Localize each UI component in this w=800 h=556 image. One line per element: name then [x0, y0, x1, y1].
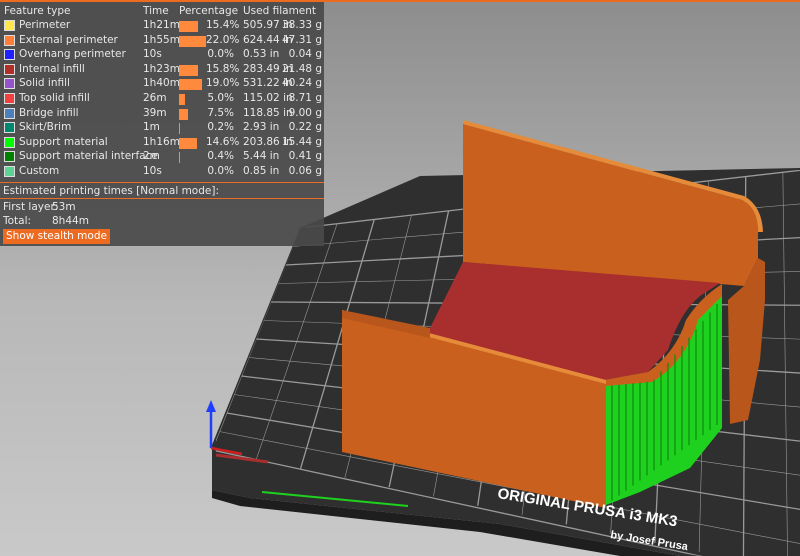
feature-percentage: 0.0% [207, 165, 234, 177]
legend-color-swatch [4, 49, 15, 61]
header-feature-type: Feature type [4, 5, 71, 17]
legend-row: Top solid infill 26m 5.0% 115.02 in 8.71 g [0, 91, 324, 105]
feature-weight: 38.33 g [282, 19, 323, 31]
legend-color-swatch [4, 166, 15, 177]
legend-separator [0, 182, 324, 183]
total-value: 8h44m [52, 215, 89, 227]
feature-weight: 0.04 g [288, 48, 322, 61]
feature-time: 26m [143, 92, 167, 104]
legend-row: Skirt/Brim 1m 0.2% 2.93 in 0.22 g [0, 120, 324, 135]
legend-row: Perimeter 1h21m 15.4% 505.97 in 38.33 g [0, 18, 324, 32]
legend-color-swatch [4, 136, 15, 148]
feature-percentage: 0.0% [207, 48, 234, 61]
feature-time: 1h21m [143, 19, 180, 31]
legend-row: Support material 1h16m 14.6% 203.86 in 15.44… [0, 135, 324, 149]
z-axis-arrow [206, 400, 216, 412]
legend-row: Custom 10s 0.0% 0.85 in 0.06 g [0, 164, 324, 178]
feature-time: 39m [143, 106, 167, 119]
feature-percentage: 14.6% [206, 135, 240, 148]
legend-color-swatch [4, 107, 15, 119]
percentage-bar [179, 137, 197, 149]
legend-color-swatch [4, 20, 15, 31]
feature-name: Top solid infill [19, 92, 90, 104]
percentage-bar [179, 152, 180, 164]
legend-color-swatch [4, 151, 15, 163]
feature-length: 2.93 in [243, 121, 280, 134]
legend-row: External perimeter 1h55m 22.0% 624.44 in 47.… [0, 33, 324, 47]
feature-time: 10s [143, 165, 162, 177]
percentage-bar [179, 94, 186, 105]
feature-name: Overhang perimeter [19, 48, 126, 61]
first-layer-value: 53m [52, 201, 76, 213]
header-time: Time [143, 5, 169, 17]
feature-percentage: 22.0% [206, 33, 240, 46]
first-layer-label: First layer: [3, 201, 59, 213]
legend-row: Bridge infill 39m 7.5% 118.85 in 9.00 g [0, 106, 324, 120]
feature-name: External perimeter [19, 33, 118, 46]
total-label: Total: [3, 215, 32, 227]
feature-percentage: 19.0% [206, 77, 240, 90]
feature-time: 1h16m [143, 135, 180, 148]
percentage-bar [179, 123, 180, 135]
feature-percentage: 15.8% [206, 62, 240, 75]
feature-time: 1h40m [143, 77, 180, 90]
feature-percentage: 0.4% [207, 150, 234, 163]
feature-weight: 0.22 g [288, 121, 322, 134]
percentage-bar [179, 108, 189, 120]
feature-time: 2m [143, 150, 160, 163]
legend-color-swatch [4, 34, 15, 46]
estimated-separator [0, 198, 324, 199]
estimated-times-title: Estimated printing times [Normal mode]: [3, 185, 219, 197]
legend-row: Overhang perimeter 10s 0.0% 0.53 in 0.04 g [0, 47, 324, 61]
percentage-bar [179, 79, 203, 91]
percentage-bar [179, 35, 206, 47]
feature-weight: 15.44 g [282, 135, 323, 148]
percentage-bar [179, 21, 198, 32]
feature-name: Support material [19, 135, 108, 148]
feature-percentage: 0.2% [207, 121, 234, 134]
show-stealth-mode-button[interactable]: Show stealth mode [3, 229, 110, 244]
legend-panel: Feature type Time Percentage Used filame… [0, 2, 324, 246]
feature-time: 1h55m [143, 33, 180, 46]
feature-weight: 21.48 g [282, 62, 323, 75]
feature-weight: 9.00 g [288, 106, 322, 119]
feature-name: Skirt/Brim [19, 121, 72, 134]
feature-name: Custom [19, 165, 60, 177]
feature-name: Support material interface [19, 150, 158, 163]
feature-percentage: 7.5% [207, 106, 234, 119]
legend-row: Internal infill 1h23m 15.8% 283.49 in 21.48 … [0, 62, 324, 76]
feature-length: 5.44 in [243, 150, 280, 163]
feature-percentage: 5.0% [207, 92, 234, 104]
feature-name: Bridge infill [19, 106, 79, 119]
feature-time: 10s [143, 48, 162, 61]
header-percentage: Percentage [179, 5, 239, 17]
feature-weight: 0.41 g [288, 150, 322, 163]
legend-color-swatch [4, 78, 15, 90]
legend-header: Feature type Time Percentage Used filame… [0, 4, 324, 18]
feature-weight: 47.31 g [282, 33, 323, 46]
feature-weight: 8.71 g [288, 92, 322, 104]
feature-time: 1m [143, 121, 160, 134]
feature-name: Solid infill [19, 77, 70, 90]
legend-row: Solid infill 1h40m 19.0% 531.22 in 40.24 g [0, 76, 324, 91]
feature-percentage: 15.4% [206, 19, 240, 31]
legend-row: Support material interface 2m 0.4% 5.44 in 0… [0, 149, 324, 164]
header-used-filament: Used filament [243, 5, 317, 17]
feature-name: Perimeter [19, 19, 71, 31]
feature-weight: 0.06 g [288, 165, 322, 177]
legend-color-swatch [4, 122, 15, 134]
legend-color-swatch [4, 93, 15, 104]
legend-color-swatch [4, 63, 15, 75]
percentage-bar [179, 64, 199, 76]
feature-name: Internal infill [19, 62, 85, 75]
model-back-wall [463, 124, 758, 286]
feature-time: 1h23m [143, 62, 180, 75]
feature-length: 0.85 in [243, 165, 280, 177]
feature-weight: 40.24 g [282, 77, 323, 90]
feature-length: 0.53 in [243, 48, 280, 61]
